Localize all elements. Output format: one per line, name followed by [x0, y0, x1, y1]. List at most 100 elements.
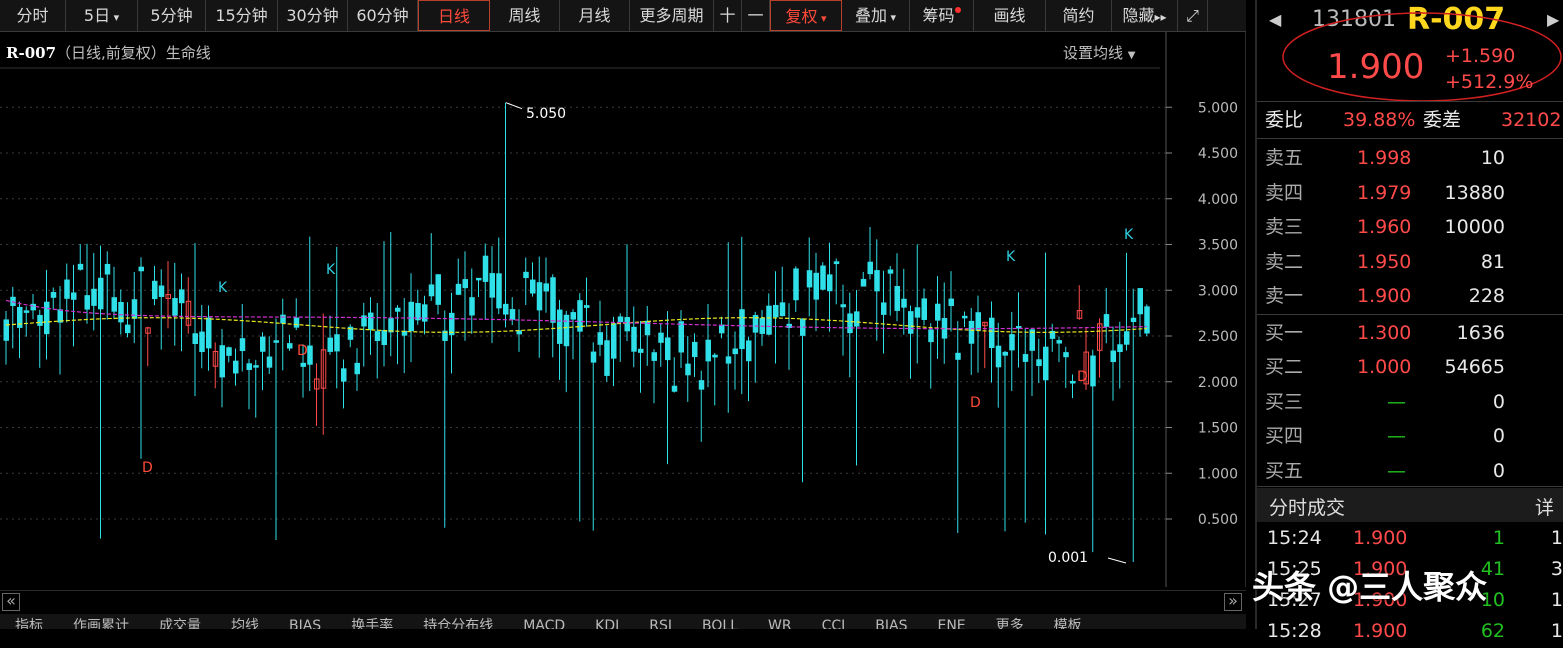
level-price: 1.979 [1357, 181, 1412, 204]
candle-body [449, 312, 455, 336]
candle-body [118, 301, 124, 323]
candle-body [536, 282, 543, 311]
ask-row[interactable]: 卖三 1.960 10000 [1257, 210, 1563, 244]
candle-body [827, 274, 833, 292]
candle-body [23, 310, 30, 313]
expand-icon: ▸▸ [1154, 10, 1167, 24]
candle-body [158, 285, 165, 297]
candle-body [773, 304, 779, 318]
candle-body [860, 278, 867, 287]
toolbar-item-9[interactable]: 更多周期 [630, 0, 714, 31]
trades-detail-button[interactable]: 详 [1535, 493, 1554, 520]
candle-body [388, 318, 394, 333]
candle-body [172, 298, 178, 316]
toolbar-item-15[interactable]: 画线 [974, 0, 1046, 31]
candle-body [435, 274, 441, 305]
level-volume: 0 [1492, 390, 1505, 413]
weibi-value: 39.88% [1343, 109, 1416, 131]
bid-row[interactable]: 买五 — 0 [1257, 454, 1563, 488]
toolbar-item-4[interactable]: 30分钟 [278, 0, 348, 31]
ask-row[interactable]: 卖四 1.979 13880 [1257, 176, 1563, 210]
candle-body [138, 266, 144, 272]
min-price-label: 0.001 [1048, 550, 1088, 566]
candle-body [219, 345, 225, 378]
scroll-left-icon[interactable]: « [2, 593, 20, 611]
indicator-tab-16[interactable]: 模板 [1039, 614, 1097, 629]
indicator-tab-14[interactable]: ENE [922, 614, 980, 629]
indicator-tab-15[interactable]: 更多 [981, 614, 1039, 629]
indicator-tab-13[interactable]: BIAS [860, 614, 922, 629]
candle-body [199, 331, 205, 353]
indicator-tab-7[interactable]: MACD [508, 614, 580, 629]
indicator-tab-9[interactable]: RSI [634, 614, 687, 629]
indicator-tab-12[interactable]: CCI [807, 614, 861, 629]
candle-body [293, 317, 300, 328]
candle-body [104, 263, 111, 275]
trade-row: 15:24 1.900 1 1 [1257, 521, 1563, 555]
candle-body [395, 307, 401, 312]
candle-body [1002, 351, 1008, 356]
candle-body [543, 283, 549, 292]
level-volume: 54665 [1444, 356, 1505, 378]
toolbar-item-1[interactable]: 5日 ▾ [66, 0, 138, 31]
scroll-right-icon[interactable]: » [1224, 593, 1242, 611]
bid-row[interactable]: 买三 — 0 [1257, 385, 1563, 419]
candle-body [266, 356, 273, 368]
ask-row[interactable]: 卖五 1.998 10 [1257, 141, 1563, 175]
bid-row[interactable]: 买四 — 0 [1257, 419, 1563, 453]
candle-body [482, 255, 489, 282]
level-volume: 0 [1492, 425, 1505, 447]
toolbar-item-6[interactable]: 日线 [418, 0, 490, 31]
candle-body [300, 362, 306, 367]
candle-body [71, 292, 77, 300]
toolbar-item-5[interactable]: 60分钟 [348, 0, 418, 31]
indicator-tab-1[interactable]: 作画累计 [58, 614, 144, 629]
period-toolbar: 分时 5日 ▾ 5分钟 15分钟 30分钟 60分钟 日线 周线 月线 更多周期十一复权 ▾ 叠加 … [0, 0, 1246, 32]
ask-row[interactable]: 卖二 1.950 81 [1257, 245, 1563, 279]
ask-row[interactable]: 卖一 1.900 228 [1257, 279, 1563, 313]
prev-stock-icon[interactable]: ◀ [1269, 10, 1281, 29]
fullscreen-icon[interactable]: ⤢ [1178, 0, 1208, 31]
indicator-tab-5[interactable]: 换手率 [336, 614, 408, 629]
toolbar-item-10[interactable]: 十 [714, 0, 742, 31]
bid-row[interactable]: 买二 1.000 54665 [1257, 350, 1563, 384]
indicator-tab-3[interactable]: 均线 [216, 614, 274, 629]
indicator-tab-4[interactable]: BIAS [274, 614, 336, 629]
toolbar-item-3[interactable]: 15分钟 [206, 0, 278, 31]
indicator-tab-10[interactable]: BOLL [687, 614, 753, 629]
toolbar-item-14[interactable]: 筹码 [910, 0, 974, 31]
toolbar-item-0[interactable]: 分时 [0, 0, 66, 31]
indicator-tab-6[interactable]: 持仓分布线 [408, 614, 508, 629]
chart-scrollbar[interactable]: « » [0, 590, 1246, 615]
candle-body [887, 269, 894, 274]
indicator-tab-0[interactable]: 指标 [0, 614, 58, 629]
candle-body [273, 340, 279, 343]
toolbar-item-2[interactable]: 5分钟 [138, 0, 206, 31]
candle-body [496, 273, 502, 309]
candlestick-chart[interactable]: 5.000 4.500 4.000 3.500 3.000 2.500 2.000 1.500… [0, 32, 1246, 587]
toolbar-item-11[interactable]: 一 [742, 0, 770, 31]
candle-body [678, 321, 684, 353]
indicator-tab-11[interactable]: WR [753, 614, 807, 629]
toolbar-item-7[interactable]: 周线 [490, 0, 560, 31]
d-marker: D [297, 343, 308, 359]
indicator-tab-8[interactable]: KDJ [580, 614, 634, 629]
candle-body [206, 317, 212, 349]
toolbar-item-12[interactable]: 复权 ▾ [770, 0, 842, 31]
indicator-tab-2[interactable]: 成交量 [144, 614, 216, 629]
candle-body [779, 302, 786, 317]
d-marker: D [1077, 369, 1088, 385]
trade-volume: 1 [1492, 527, 1505, 549]
y-tick-label: 3.000 [1198, 283, 1238, 299]
toolbar-item-13[interactable]: 叠加 ▾ [842, 0, 910, 31]
toolbar-item-8[interactable]: 月线 [560, 0, 630, 31]
toolbar-item-16[interactable]: 简约 [1046, 0, 1112, 31]
toolbar-item-17[interactable]: 隐藏▸▸ [1112, 0, 1178, 31]
candle-body [604, 340, 610, 376]
candle-body [975, 312, 981, 331]
trade-price: 1.900 [1353, 620, 1408, 642]
bid-row[interactable]: 买一 1.300 1636 [1257, 316, 1563, 350]
chevron-down-icon: ▾ [817, 12, 827, 25]
trade-volume: 62 [1480, 620, 1505, 642]
candle-body [685, 363, 691, 376]
